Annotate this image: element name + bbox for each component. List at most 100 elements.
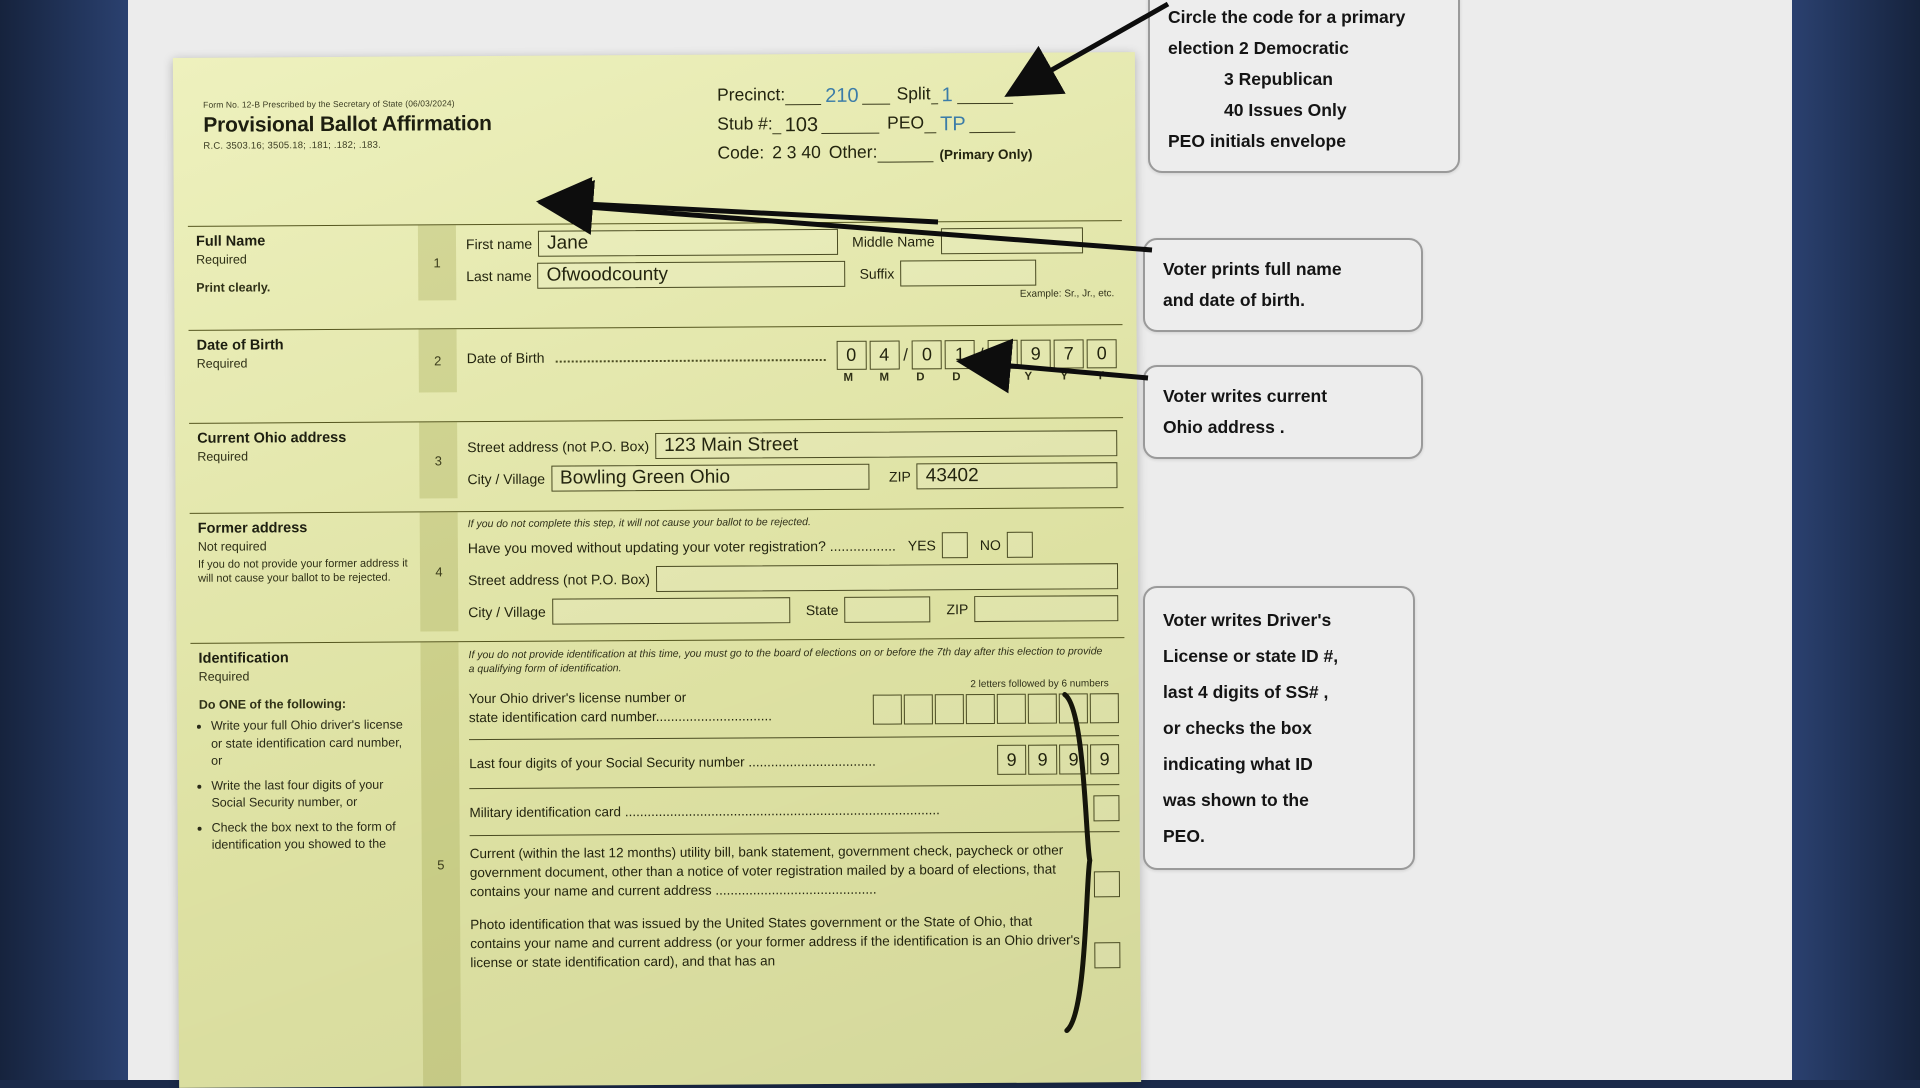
ssn-label: Last four digits of your Social Security… (469, 753, 876, 771)
section-former-address: Former address Not required If you do no… (189, 507, 1125, 633)
code-callout-line5: PEO initials envelope (1168, 131, 1346, 151)
dob-mark-y2: Y (1024, 370, 1033, 383)
form-title: Provisional Ballot Affirmation (203, 112, 492, 137)
dl-cell-7[interactable] (1058, 693, 1088, 724)
cur-zip-input[interactable]: 43402 (916, 462, 1118, 490)
former-zip-label: ZIP (946, 601, 969, 618)
dob-label: Date of Birth (466, 349, 545, 366)
section2-title: Date of Birth (196, 337, 284, 354)
section-current-address: Current Ohio address Required 3 Street a… (189, 417, 1124, 500)
cur-street-label: Street address (not P.O. Box) (467, 438, 650, 456)
former-street-label: Street address (not P.O. Box) (468, 571, 650, 589)
suffix-label: Suffix (859, 265, 895, 282)
ssn-cell-2[interactable]: 9 (1028, 744, 1058, 775)
dl-cell-4[interactable] (965, 693, 995, 725)
dob-dd2[interactable]: 1 (944, 340, 976, 370)
former-state-input[interactable] (844, 596, 931, 623)
dl-number-cells[interactable] (872, 693, 1119, 725)
code-values: 2 3 40 (772, 141, 821, 163)
dob-legend: M M D D Y Y Y Y (467, 370, 1117, 386)
section5-title: Identification (198, 650, 289, 667)
section1-note: Print clearly. (196, 280, 271, 295)
dob-yy2[interactable]: 9 (1020, 339, 1051, 369)
moved-yes-checkbox[interactable] (941, 532, 968, 559)
last-name-label: Last name (466, 267, 532, 285)
dob-mark-d2: D (952, 371, 961, 384)
moved-question: Have you moved without updating your vot… (467, 537, 896, 557)
split-label: Split (896, 83, 931, 104)
dl-cell-8[interactable] (1089, 693, 1119, 724)
dl-cell-5[interactable] (996, 693, 1026, 724)
ssn-cells[interactable]: 9 9 9 9 (997, 744, 1120, 775)
peo-label: PEO (887, 112, 925, 133)
code-callout-line3: 3 Republican (1224, 69, 1333, 89)
id-callout-line5: indicating what ID (1163, 754, 1313, 774)
section1-required: Required (196, 252, 247, 267)
dl-format-hint: 2 letters followed by 6 numbers (970, 678, 1109, 691)
dob-mark-m2: M (879, 371, 890, 384)
section5-number: 5 (420, 642, 462, 1088)
middle-name-input[interactable] (940, 227, 1083, 255)
id-callout-line4: or checks the box (1163, 718, 1312, 738)
military-checkbox[interactable] (1093, 795, 1120, 822)
dob-yy4[interactable]: 0 (1086, 339, 1117, 369)
dob-yy1[interactable]: 1 (987, 339, 1018, 369)
name-dob-callout-line2: and date of birth. (1163, 290, 1305, 310)
section2-required: Required (196, 356, 248, 371)
section3-required: Required (197, 449, 249, 464)
dl-cell-3[interactable] (934, 694, 964, 725)
dob-dd1[interactable]: 0 (911, 340, 943, 370)
id-bullet-2: Write the last four digits of your Socia… (211, 776, 411, 812)
ssn-cell-3[interactable]: 9 (1059, 744, 1089, 775)
code-label: Code: (717, 142, 765, 163)
dl-cell-2[interactable] (903, 694, 933, 725)
dl-cell-6[interactable] (1027, 693, 1057, 724)
form-number: Form No. 12-B Prescribed by the Secretar… (203, 98, 455, 110)
section2-number: 2 (418, 329, 457, 393)
former-street-input[interactable] (655, 563, 1119, 593)
former-city-label: City / Village (468, 603, 546, 621)
section4-title: Former address (197, 520, 308, 537)
first-name-label: First name (465, 235, 533, 253)
photo-checkbox[interactable] (1094, 942, 1121, 969)
dob-yy3[interactable]: 7 (1053, 339, 1084, 369)
utility-checkbox[interactable] (1093, 871, 1121, 898)
cur-street-input[interactable]: 123 Main Street (655, 430, 1118, 460)
cur-zip-label: ZIP (888, 468, 911, 485)
first-name-input[interactable]: Jane (538, 228, 839, 257)
section1-title: Full Name (195, 233, 266, 250)
ssn-cell-4[interactable]: 9 (1090, 744, 1120, 775)
dob-mm2[interactable]: 4 (869, 340, 900, 370)
do-one-label: Do ONE of the following: (198, 696, 347, 712)
dl-cell-1[interactable] (872, 694, 902, 725)
id-callout-line1: Voter writes Driver's (1163, 610, 1332, 630)
cur-city-input[interactable]: Bowling Green Ohio (550, 463, 870, 492)
section4-note: If you do not provide your former addres… (197, 557, 408, 585)
code-callout: Circle the code for a primary election 2… (1148, 0, 1460, 173)
former-city-input[interactable] (551, 597, 790, 625)
yes-label: YES (907, 537, 936, 554)
section5-required: Required (198, 669, 250, 684)
section4-number: 4 (419, 512, 459, 632)
dob-mm1[interactable]: 0 (836, 340, 867, 370)
former-zip-input[interactable] (974, 595, 1119, 623)
id-note: If you do not provide identification at … (468, 645, 1103, 676)
id-callout-line6: was shown to the (1163, 790, 1309, 810)
dob-cells: 0 4 / 0 1 / 1 9 7 0 (836, 339, 1117, 370)
precinct-row: Precinct: 210 Split 1 (717, 74, 1117, 107)
primary-only-note: (Primary Only) (939, 146, 1033, 163)
ssn-cell-1[interactable]: 9 (997, 744, 1027, 775)
id-callout: Voter writes Driver's License or state I… (1143, 586, 1415, 870)
moved-no-checkbox[interactable] (1006, 531, 1033, 558)
middle-name-label: Middle Name (852, 233, 935, 250)
former-state-label: State (805, 601, 839, 619)
backdrop-left (0, 0, 130, 1080)
address-callout: Voter writes current Ohio address . (1143, 365, 1423, 459)
section-identification: Identification Required Do ONE of the fo… (190, 637, 1128, 1088)
last-name-input[interactable]: Ofwoodcounty (537, 260, 846, 289)
section-date-of-birth: Date of Birth Required 2 Date of Birth 0… (188, 324, 1123, 394)
suffix-input[interactable] (900, 259, 1037, 287)
section3-number: 3 (419, 422, 458, 499)
former-top-note: If you do not complete this step, it wil… (467, 516, 811, 531)
photo-text: Photo identification that was issued by … (470, 913, 1080, 971)
